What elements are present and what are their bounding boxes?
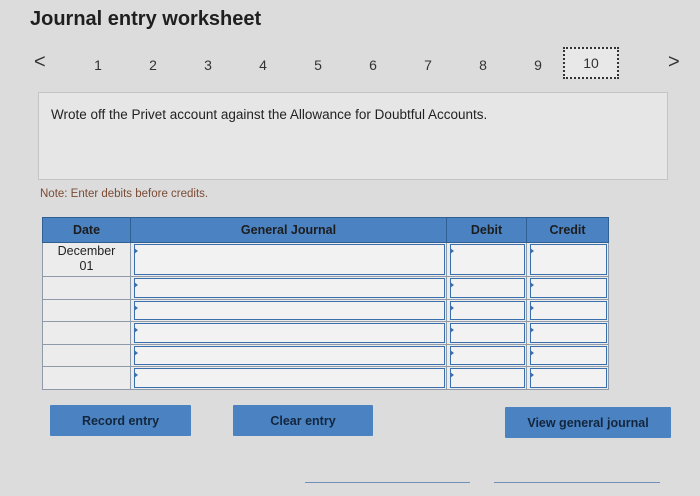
step-4[interactable]: 4 — [259, 57, 267, 73]
debit-input[interactable] — [450, 345, 525, 366]
debit-cell[interactable] — [446, 275, 527, 300]
credit-cell[interactable] — [526, 242, 609, 277]
credit-input[interactable] — [530, 345, 607, 366]
table-row — [42, 366, 609, 390]
debit-cell[interactable] — [446, 366, 527, 390]
divider-line — [305, 482, 470, 483]
transaction-description: Wrote off the Privet account against the… — [51, 107, 488, 122]
account-cell[interactable] — [130, 275, 447, 300]
transaction-description-box: Wrote off the Privet account against the… — [38, 92, 668, 180]
divider-line — [494, 482, 660, 483]
step-6[interactable]: 6 — [369, 57, 377, 73]
account-input[interactable] — [134, 368, 445, 388]
step-1[interactable]: 1 — [94, 57, 102, 73]
date-cell — [42, 343, 131, 368]
date-cell — [42, 366, 131, 390]
step-navigation: 1 2 3 4 5 6 7 8 9 10 — [0, 47, 700, 79]
table-row — [42, 275, 609, 300]
account-cell[interactable] — [130, 366, 447, 390]
credit-cell[interactable] — [526, 275, 609, 300]
credit-input[interactable] — [530, 300, 607, 321]
debit-header: Debit — [446, 217, 527, 243]
view-general-journal-button[interactable]: View general journal — [505, 407, 671, 438]
step-9[interactable]: 9 — [534, 57, 542, 73]
account-cell[interactable] — [130, 242, 447, 277]
account-cell[interactable] — [130, 321, 447, 345]
credit-header: Credit — [526, 217, 609, 243]
date-header: Date — [42, 217, 131, 243]
account-input[interactable] — [134, 277, 445, 298]
debit-cell[interactable] — [446, 321, 527, 345]
credit-input[interactable] — [530, 277, 607, 298]
debit-cell[interactable] — [446, 242, 527, 277]
credit-input[interactable] — [530, 323, 607, 343]
step-5[interactable]: 5 — [314, 57, 322, 73]
account-cell[interactable] — [130, 298, 447, 323]
account-cell[interactable] — [130, 343, 447, 368]
debit-input[interactable] — [450, 244, 525, 275]
step-3[interactable]: 3 — [204, 57, 212, 73]
table-row — [42, 343, 609, 368]
date-day: 01 — [79, 259, 94, 274]
debit-cell[interactable] — [446, 343, 527, 368]
account-input[interactable] — [134, 244, 445, 275]
entry-note: Note: Enter debits before credits. — [40, 188, 209, 200]
date-month: December — [57, 244, 116, 259]
table-header-row: Date General Journal Debit Credit — [42, 217, 609, 243]
debit-input[interactable] — [450, 300, 525, 321]
credit-cell[interactable] — [526, 298, 609, 323]
table-row — [42, 298, 609, 323]
table-row — [42, 321, 609, 345]
table-row: December 01 — [42, 242, 609, 277]
step-8[interactable]: 8 — [479, 57, 487, 73]
account-input[interactable] — [134, 345, 445, 366]
general-journal-header: General Journal — [130, 217, 447, 243]
credit-cell[interactable] — [526, 321, 609, 345]
debit-input[interactable] — [450, 368, 525, 388]
date-cell: December 01 — [42, 242, 131, 277]
date-cell — [42, 275, 131, 300]
credit-input[interactable] — [530, 368, 607, 388]
account-input[interactable] — [134, 323, 445, 343]
credit-input[interactable] — [530, 244, 607, 275]
page-title: Journal entry worksheet — [30, 8, 262, 30]
clear-entry-button[interactable]: Clear entry — [233, 405, 373, 436]
debit-input[interactable] — [450, 323, 525, 343]
date-cell — [42, 298, 131, 323]
chevron-right-icon[interactable]: > — [668, 52, 680, 72]
step-10-current[interactable]: 10 — [563, 47, 619, 79]
journal-entry-table: Date General Journal Debit Credit Decemb… — [42, 217, 609, 390]
record-entry-button[interactable]: Record entry — [50, 405, 191, 436]
credit-cell[interactable] — [526, 366, 609, 390]
debit-input[interactable] — [450, 277, 525, 298]
account-input[interactable] — [134, 300, 445, 321]
credit-cell[interactable] — [526, 343, 609, 368]
debit-cell[interactable] — [446, 298, 527, 323]
date-cell — [42, 321, 131, 345]
step-7[interactable]: 7 — [424, 57, 432, 73]
step-2[interactable]: 2 — [149, 57, 157, 73]
